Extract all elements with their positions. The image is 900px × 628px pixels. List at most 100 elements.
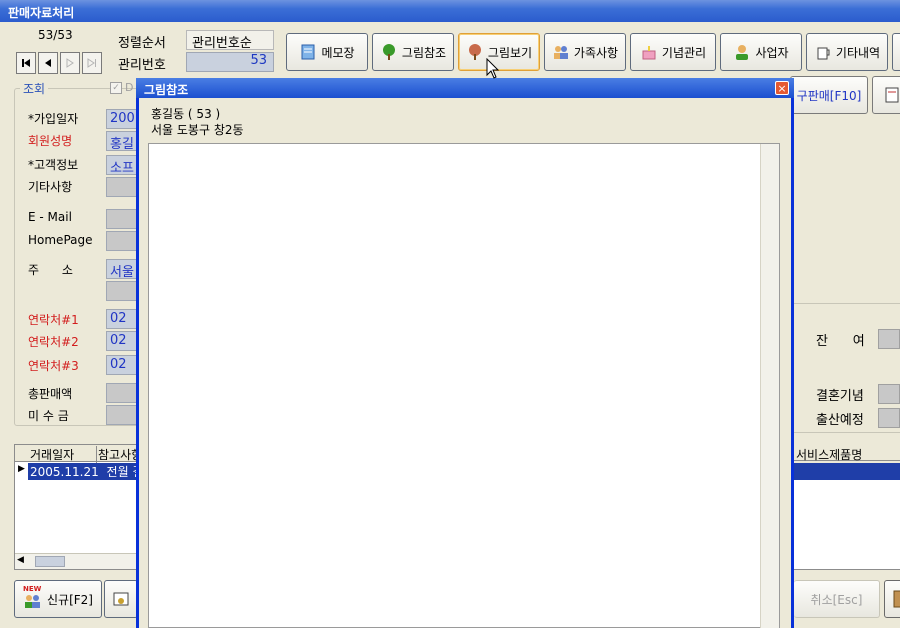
sort-label: 정렬순서 <box>118 36 166 51</box>
member-name-label: 회원성명 <box>28 134 73 148</box>
address-detail-field[interactable] <box>106 281 138 301</box>
memo-button[interactable]: 메모장 <box>286 33 368 71</box>
address-label: 주 소 <box>28 263 73 277</box>
sort-select[interactable]: 관리번호순 <box>186 30 274 51</box>
exit-button[interactable] <box>884 580 900 618</box>
service-product-header[interactable]: 서비스제품명 <box>796 446 862 463</box>
right-divider-2 <box>794 432 900 433</box>
window-title: 판매자료처리 <box>0 0 900 22</box>
right-divider <box>794 303 900 304</box>
memo-label: 메모장 <box>321 45 355 60</box>
homepage-label: HomePage <box>28 233 93 247</box>
business-label: 사업자 <box>755 45 789 60</box>
row-pointer-icon: ▶ <box>18 464 25 474</box>
contact3-field[interactable]: 02 <box>106 355 138 375</box>
etc-button[interactable]: 기타내역 <box>806 33 888 71</box>
grid-header-date[interactable]: 거래일자 <box>30 446 74 463</box>
row-note: 전월 결 <box>106 465 138 479</box>
new-people-icon: NEW <box>23 585 43 609</box>
new-label: 신규[F2] <box>47 592 93 607</box>
join-date-field[interactable]: 200 <box>106 109 138 129</box>
total-sales-field[interactable] <box>106 383 138 403</box>
close-icon: × <box>777 81 787 95</box>
tree-icon <box>468 44 481 60</box>
other-info-label: 기타사항 <box>28 180 73 194</box>
homepage-field[interactable] <box>106 231 138 251</box>
email-field[interactable] <box>106 209 138 229</box>
search-group-title: 조회 <box>20 80 49 97</box>
customer-info-label: *고객정보 <box>28 158 79 172</box>
contact1-label: 연락처#1 <box>28 313 79 327</box>
cup-icon <box>817 47 830 60</box>
anniversary-button[interactable]: 기념관리 <box>630 33 716 71</box>
dialog-title: 그림참조 <box>136 78 794 98</box>
picture-scrollbar[interactable] <box>760 144 779 628</box>
prev-record-button[interactable] <box>38 52 58 74</box>
contact2-field[interactable]: 02 <box>106 331 138 351</box>
contact3-label: 연락처#3 <box>28 359 79 373</box>
birth-field[interactable] <box>878 408 900 428</box>
picture-reference-button[interactable]: 그림참조 <box>372 33 454 71</box>
door-icon <box>893 590 900 608</box>
old-sale-button[interactable]: 구판매[F10] <box>790 76 868 114</box>
grid-hscroll[interactable]: ◀ <box>15 553 137 569</box>
mgmt-number-field[interactable]: 53 <box>186 52 274 72</box>
prev-icon <box>45 59 51 67</box>
first-icon <box>22 59 30 67</box>
birth-label: 출산예정 <box>816 413 864 428</box>
tools-button[interactable] <box>104 580 138 618</box>
picture-canvas[interactable] <box>148 143 780 628</box>
report-icon <box>885 87 899 103</box>
d-checkbox[interactable]: ✓ <box>110 82 122 94</box>
d-checkbox-label: D <box>125 81 134 94</box>
right-selected-row[interactable] <box>794 463 900 480</box>
picture-reference-label: 그림참조 <box>401 45 447 60</box>
more-button[interactable] <box>892 33 900 71</box>
contact2-label: 연락처#2 <box>28 335 79 349</box>
member-name-field[interactable]: 홍길 <box>106 131 138 151</box>
family-label: 가족사항 <box>573 45 619 60</box>
business-button[interactable]: 사업자 <box>720 33 802 71</box>
anniversary-label: 기념관리 <box>661 45 707 60</box>
tree-icon <box>382 44 395 60</box>
balance-field[interactable] <box>878 329 900 349</box>
new-button[interactable]: NEW 신규[F2] <box>14 580 102 618</box>
old-sale-label: 구판매[F10] <box>796 88 862 103</box>
scroll-thumb[interactable] <box>35 556 65 567</box>
row-date: 2005.11.21 <box>30 465 99 479</box>
mouse-cursor-icon <box>486 58 500 79</box>
unpaid-label: 미 수 금 <box>28 409 69 423</box>
join-date-label: *가입일자 <box>28 112 79 126</box>
first-record-button[interactable] <box>16 52 36 74</box>
right-grid-body[interactable] <box>794 480 900 570</box>
new-badge: NEW <box>23 585 42 593</box>
table-row[interactable]: 2005.11.21 전월 결 <box>28 463 138 480</box>
etc-label: 기타내역 <box>835 45 881 60</box>
people-icon <box>553 46 568 59</box>
cancel-button[interactable]: 취소[Esc] <box>794 580 880 618</box>
report-button[interactable] <box>872 76 900 114</box>
family-button[interactable]: 가족사항 <box>544 33 626 71</box>
wedding-label: 결혼기념 <box>816 389 864 404</box>
notepad-icon <box>301 44 315 60</box>
email-label: E - Mail <box>28 210 72 224</box>
tools-icon <box>113 592 129 606</box>
balance-label: 잔 여 <box>816 334 865 349</box>
next-icon <box>66 58 74 68</box>
customer-name-line: 홍길동 ( 53 ) <box>151 107 221 121</box>
wedding-field[interactable] <box>878 384 900 404</box>
address-field[interactable]: 서울 <box>106 259 138 279</box>
next-record-button[interactable] <box>60 52 80 74</box>
unpaid-field[interactable] <box>106 405 138 425</box>
dialog-close-button[interactable]: × <box>775 81 789 95</box>
last-record-button[interactable] <box>82 52 102 74</box>
customer-info-field[interactable]: 소프 <box>106 155 138 175</box>
customer-address-line: 서울 도봉구 창2동 <box>151 123 244 137</box>
last-icon <box>87 58 96 68</box>
other-info-field[interactable] <box>106 177 138 197</box>
total-sales-label: 총판매액 <box>28 387 73 401</box>
scroll-left-icon: ◀ <box>17 555 24 565</box>
contact1-field[interactable]: 02 <box>106 309 138 329</box>
record-counter: 53/53 <box>38 28 73 42</box>
cancel-label: 취소[Esc] <box>810 592 863 607</box>
